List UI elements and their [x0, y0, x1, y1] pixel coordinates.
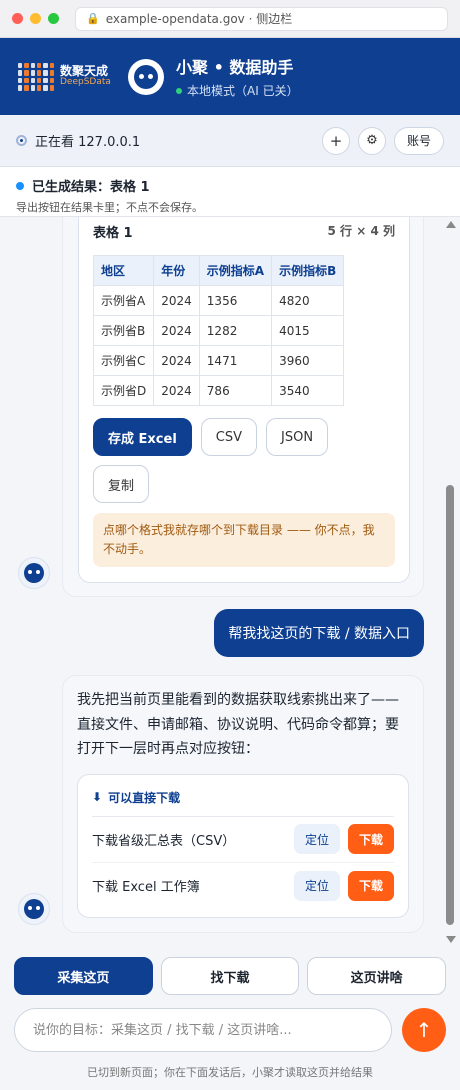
download-item: 下载省级汇总表（CSV） 定位 下载	[92, 817, 394, 863]
scrollbar-thumb[interactable]	[446, 485, 454, 925]
table-cell: 示例省D	[92, 375, 155, 406]
footer-hint: 已切到新页面；你在下面发话后，小聚才读取这页并给结果	[87, 1066, 373, 1079]
robot-icon	[24, 899, 44, 919]
logo-en-text: DeepSData	[60, 77, 111, 88]
table-cell: 3540	[271, 375, 345, 406]
browser-chrome: 🔒 example-opendata.gov · 侧边栏	[0, 0, 460, 38]
bot-avatar	[18, 557, 50, 589]
result-banner: 已生成结果：表格 1 导出按钮在结果卡里；不点不会保存。	[0, 167, 460, 217]
table-dimensions: 5 行 × 4 列	[327, 224, 395, 238]
address-bar[interactable]: 🔒 example-opendata.gov · 侧边栏	[75, 6, 448, 31]
mode-status: 本地模式（AI 已关）	[176, 82, 299, 99]
bot-avatar-row	[18, 557, 50, 589]
minimize-window-button[interactable]	[30, 13, 41, 24]
download-button[interactable]: 下载	[347, 824, 394, 854]
user-message: 帮我找这页的下载 / 数据入口	[214, 609, 424, 657]
viewing-text: 正在看 127.0.0.1	[35, 135, 141, 150]
assistant-avatar	[128, 58, 164, 95]
result-banner-subtitle: 导出按钮在结果卡里；不点不会保存。	[16, 201, 203, 214]
brand-logo: 数聚天成 DeepSData	[18, 62, 128, 91]
viewing-indicator-icon	[16, 135, 27, 146]
find-download-button[interactable]: 找下载	[160, 957, 300, 995]
locate-button[interactable]: 定位	[293, 824, 340, 854]
result-banner-title: 已生成结果：表格 1	[32, 180, 150, 195]
chat-scrollbar[interactable]	[444, 217, 456, 947]
window-controls	[12, 13, 59, 24]
table-cell: 2024	[153, 315, 200, 346]
download-item-name: 下载省级汇总表（CSV）	[92, 833, 236, 849]
result-table: 地区 年份 示例指标A 示例指标B 示例省A 2024 1356 4820 示例…	[92, 255, 345, 406]
mode-status-text: 本地模式（AI 已关）	[187, 84, 299, 98]
bot-avatar	[18, 893, 50, 925]
table-cell: 示例省B	[92, 315, 155, 346]
table-result-card: 表格 1 5 行 × 4 列 地区 年份 示例指标A 示例指标B 示例省A 20…	[78, 217, 410, 583]
table-cell: 4820	[271, 285, 345, 316]
new-chat-button[interactable]: +	[321, 126, 350, 155]
arrow-up-icon: ↑	[415, 1018, 433, 1042]
export-note: 点哪个格式我就存哪个到下载目录 —— 你不点，我不动手。	[93, 513, 395, 568]
table-cell: 2024	[153, 375, 200, 406]
settings-button[interactable]: ⚙	[357, 126, 386, 155]
column-header: 示例指标A	[198, 255, 273, 286]
export-buttons: 存成 Excel CSV JSON 复制	[93, 418, 363, 503]
download-arrow-icon: ⬇	[92, 790, 103, 804]
table-row: 示例省C 2024 1471 3960	[92, 345, 345, 376]
table-cell: 786	[198, 375, 273, 406]
table-row: 示例省B 2024 1282 4015	[92, 315, 345, 346]
lock-icon: 🔒	[86, 12, 100, 25]
table-row: 示例省D 2024 786 3540	[92, 375, 345, 406]
download-card: ⬇ 可以直接下载 下载省级汇总表（CSV） 定位 下载 下载 Excel 工作簿…	[77, 773, 409, 918]
maximize-window-button[interactable]	[48, 13, 59, 24]
table-cell: 2024	[153, 285, 200, 316]
column-header: 地区	[92, 255, 155, 286]
bot-message-downloads: 我先把当前页里能看到的数据获取线索挑出来了——直接文件、申请邮箱、协议说明、代码…	[62, 675, 424, 933]
quick-actions: 采集这页 找下载 这页讲啥	[14, 957, 447, 995]
close-window-button[interactable]	[12, 13, 23, 24]
status-dot-icon	[176, 87, 182, 94]
table-cell: 示例省C	[92, 345, 155, 376]
robot-icon	[24, 563, 44, 583]
address-text: example-opendata.gov · 侧边栏	[105, 12, 293, 26]
composer: ↑	[14, 1008, 446, 1052]
table-title: 表格 1	[93, 226, 133, 241]
table-cell: 示例省A	[92, 285, 155, 316]
locate-button[interactable]: 定位	[293, 870, 340, 901]
save-csv-button[interactable]: CSV	[200, 418, 258, 456]
logo-mark-icon	[18, 62, 54, 91]
column-header: 年份	[153, 255, 200, 286]
table-row: 示例省A 2024 1356 4820	[92, 285, 345, 316]
table-cell: 1282	[198, 315, 273, 346]
download-button[interactable]: 下载	[347, 870, 394, 901]
bot-message-text: 我先把当前页里能看到的数据获取线索挑出来了——直接文件、申请邮箱、协议说明、代码…	[77, 692, 399, 757]
download-item: 下载 Excel 工作簿 定位 下载	[92, 863, 394, 909]
goal-input[interactable]	[14, 1008, 392, 1052]
download-section-title: 可以直接下载	[108, 790, 181, 805]
explain-page-button[interactable]: 这页讲啥	[307, 957, 447, 995]
table-cell: 2024	[153, 345, 200, 376]
viewing-bar: 正在看 127.0.0.1 + ⚙ 账号	[0, 115, 460, 167]
table-cell: 3960	[271, 345, 345, 376]
gear-icon: ⚙	[366, 133, 378, 148]
send-button[interactable]: ↑	[402, 1008, 446, 1052]
table-cell: 1356	[198, 285, 273, 316]
chat-area[interactable]: 表格 1 5 行 × 4 列 地区 年份 示例指标A 示例指标B 示例省A 20…	[0, 217, 460, 947]
app-header: 数聚天成 DeepSData 小聚 • 数据助手 本地模式（AI 已关）	[0, 38, 460, 115]
save-json-button[interactable]: JSON	[266, 418, 329, 456]
table-cell: 1471	[198, 345, 273, 376]
column-header: 示例指标B	[271, 255, 345, 286]
plus-icon: +	[329, 131, 343, 150]
result-dot-icon	[16, 181, 24, 190]
save-excel-button[interactable]: 存成 Excel	[93, 418, 192, 456]
copy-button[interactable]: 复制	[93, 465, 150, 503]
bot-avatar-row	[18, 893, 50, 925]
account-button[interactable]: 账号	[393, 126, 444, 155]
scroll-down-icon[interactable]	[446, 936, 456, 943]
scroll-up-icon[interactable]	[446, 221, 456, 228]
robot-icon	[134, 64, 158, 89]
collect-page-button[interactable]: 采集这页	[14, 957, 153, 995]
table-cell: 4015	[271, 315, 345, 346]
app-title: 小聚 • 数据助手	[176, 58, 294, 77]
download-item-name: 下载 Excel 工作簿	[92, 880, 200, 895]
